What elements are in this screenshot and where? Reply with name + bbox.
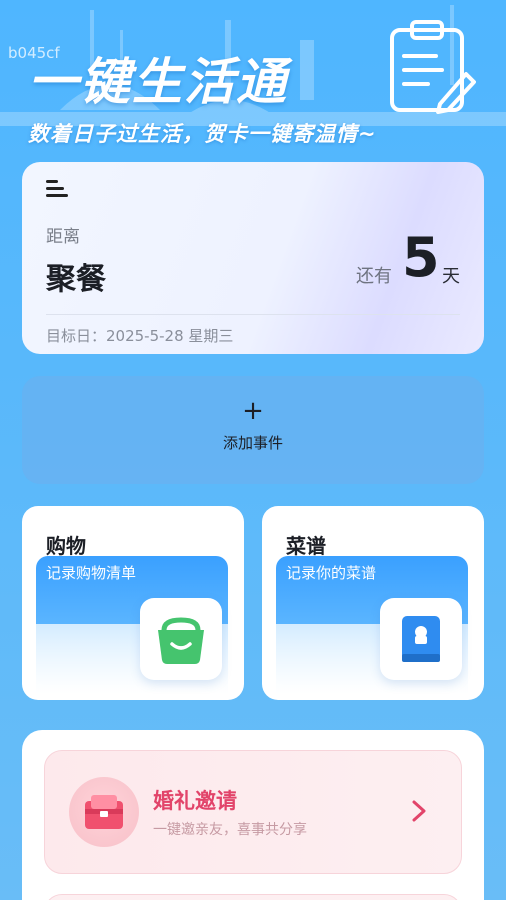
wedding-icon-circle	[69, 777, 139, 847]
hero-title: 一键生活通	[28, 53, 288, 111]
menu-icon[interactable]	[46, 178, 68, 198]
shopping-tile-subtitle: 记录购物清单	[46, 564, 137, 582]
recipe-tile[interactable]: 菜谱 记录你的菜谱	[262, 506, 484, 700]
countdown-remain-prefix: 还有	[356, 266, 392, 287]
wedding-invite-card[interactable]: 婚礼邀请 一键邀亲友，喜事共分享	[44, 750, 462, 874]
add-event-button[interactable]: + 添加事件	[22, 376, 484, 484]
wedding-invite-subtitle: 一键邀亲友，喜事共分享	[153, 822, 307, 838]
hero-subtitle: 数着日子过生活，贺卡一键寄温情~	[28, 122, 377, 146]
invitation-icon	[85, 795, 123, 829]
countdown-days-number: 5	[402, 226, 440, 289]
clipboard-icon	[390, 20, 476, 114]
countdown-label: 距离	[46, 227, 80, 247]
countdown-event-name: 聚餐	[46, 262, 106, 297]
chevron-right-icon	[412, 800, 426, 822]
recipe-tile-subtitle: 记录你的菜谱	[286, 564, 377, 582]
add-event-label: 添加事件	[222, 434, 283, 452]
wedding-invite-title: 婚礼邀请	[153, 789, 237, 813]
recipe-tile-title: 菜谱	[286, 534, 326, 558]
recipe-tile-icon-box	[380, 598, 462, 680]
shopping-tile-icon-box	[140, 598, 222, 680]
shopping-tile[interactable]: 购物 记录购物清单	[22, 506, 244, 700]
countdown-days-unit: 天	[442, 266, 460, 287]
countdown-target-date: 目标日：2025-5-28 星期三	[46, 327, 234, 345]
shopping-tile-title: 购物	[46, 534, 86, 558]
feature-panel: 婚礼邀请 一键邀亲友，喜事共分享	[22, 730, 484, 900]
next-feature-card[interactable]	[44, 894, 462, 900]
countdown-card[interactable]: 距离 聚餐 还有 5 天 目标日：2025-5-28 星期三	[22, 162, 484, 354]
shopping-bag-icon	[158, 617, 204, 664]
plus-icon: +	[242, 396, 264, 426]
recipe-book-icon	[402, 616, 440, 662]
countdown-divider	[46, 314, 460, 315]
